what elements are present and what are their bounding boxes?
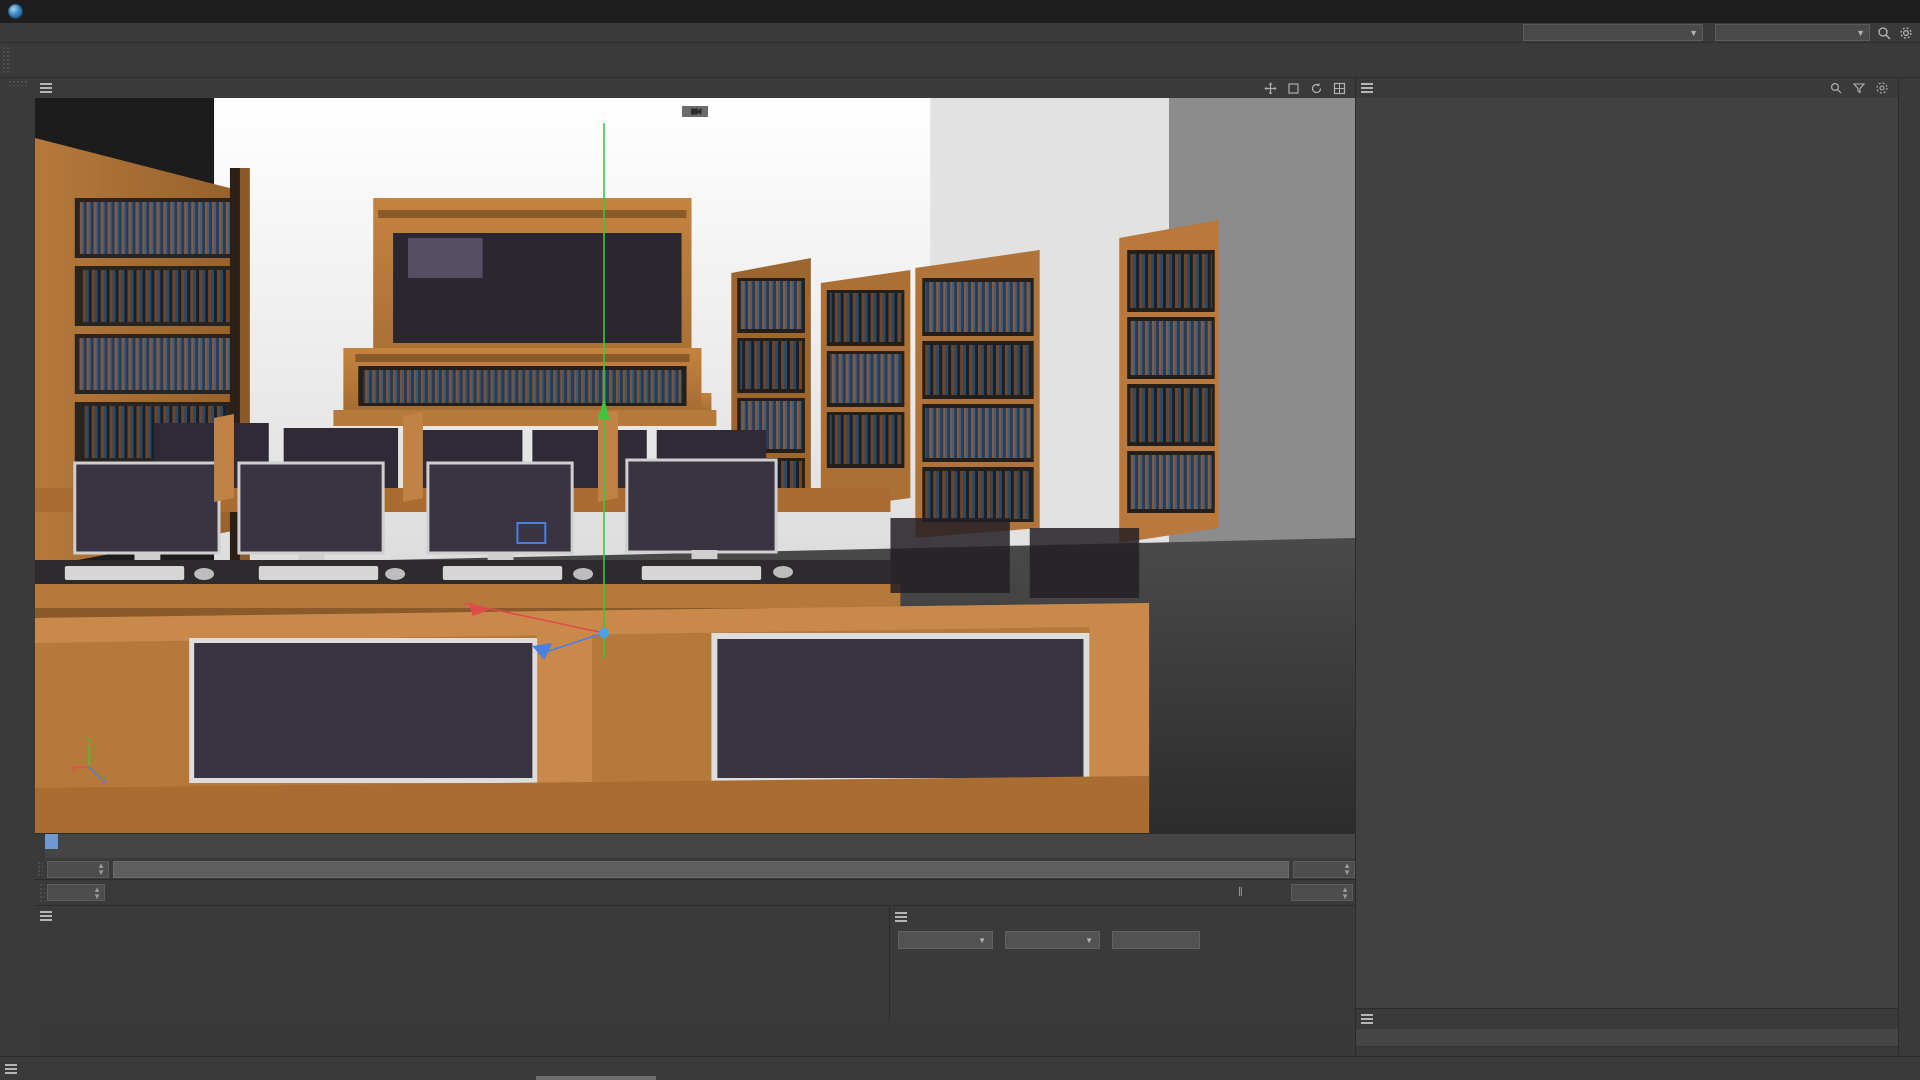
filter-icon[interactable]	[1851, 80, 1867, 96]
timeline-playhead[interactable]	[45, 834, 58, 849]
svg-text:Z: Z	[102, 776, 107, 785]
rotate-view-icon[interactable]	[1308, 80, 1324, 96]
viewport-3d[interactable]: Y X Z	[35, 98, 1355, 833]
current-frame-field[interactable]: ▲ ▼	[47, 884, 105, 901]
coordinates-buttons-row: ▼ ▼	[890, 928, 1355, 952]
window-controls	[1784, 0, 1916, 23]
coordinates-menu-hamburger-icon[interactable]	[890, 908, 912, 926]
viewport-menu-hamburger-icon[interactable]	[35, 79, 57, 97]
timeline-controls-row: ▲ ▼ ▲ ▼	[35, 858, 1355, 880]
bottom-panels: ▼ ▼	[35, 905, 1355, 1021]
timeline-range-bar[interactable]	[113, 860, 1289, 878]
object-manager	[1356, 78, 1898, 1008]
node-space-select[interactable]: ▼	[1523, 24, 1703, 41]
end-frame-field-2[interactable]: ▲ ▼	[1291, 884, 1353, 901]
search-icon[interactable]	[1876, 25, 1892, 41]
layer-menu-hamburger-icon[interactable]	[1356, 1010, 1378, 1028]
axis-gizmo: Y X Z	[71, 737, 119, 785]
start-frame-field[interactable]: ▲ ▼	[47, 860, 109, 878]
coordinate-mode-select[interactable]: ▼	[898, 931, 993, 949]
end-frame-field[interactable]: ▲ ▼	[1293, 860, 1355, 878]
maximize-view-icon[interactable]	[1331, 80, 1347, 96]
main-area: Y X Z ▲ ▼ ▲ ▼ ▲ ▼ ‖ ▲ ▼ ▼ ▼	[0, 78, 1920, 1080]
options-icon[interactable]	[1898, 25, 1914, 41]
camera-icon	[691, 108, 702, 115]
status-bar	[0, 1056, 1920, 1080]
search-icon[interactable]	[1828, 80, 1844, 96]
spinner-icon[interactable]: ▲ ▼	[97, 862, 105, 877]
camera-tag[interactable]	[682, 106, 708, 117]
material-menu-hamburger-icon[interactable]	[35, 907, 57, 925]
minimize-button[interactable]	[1784, 0, 1828, 23]
size-mode-select[interactable]: ▼	[1005, 931, 1100, 949]
coordinates-manager: ▼ ▼	[890, 906, 1355, 1021]
move-view-icon[interactable]	[1262, 80, 1278, 96]
preview-end-label: ‖	[1238, 886, 1243, 899]
coordinates-header	[890, 906, 1355, 928]
right-panel	[1355, 78, 1898, 1080]
menu-bar-right: ▼ ▼	[1517, 24, 1920, 41]
chevron-down-icon: ▼	[1856, 27, 1865, 38]
viewport-scene-render	[35, 98, 1355, 833]
scale-view-icon[interactable]	[1285, 80, 1301, 96]
animation-toolbar: ▲ ▼ ‖ ▲ ▼	[35, 879, 1355, 905]
chevron-down-icon: ▼	[1689, 27, 1698, 38]
timeline-ruler[interactable]	[45, 834, 1355, 858]
left-toolbar	[0, 78, 35, 1080]
app-logo-icon	[8, 4, 23, 19]
status-hamburger-icon[interactable]	[0, 1060, 22, 1078]
material-list[interactable]	[35, 926, 889, 936]
timeline-panel: ▲ ▼ ▲ ▼	[35, 833, 1355, 879]
maximize-button[interactable]	[1828, 0, 1872, 23]
spinner-icon[interactable]: ▲ ▼	[1343, 862, 1351, 877]
options-icon[interactable]	[1874, 80, 1890, 96]
cinema4d-window: ▼ ▼ Y X Z ▲ ▼ ▲ ▼ ▲ ▼ ‖ ▲ ▼ ▼ ▼	[0, 0, 1920, 1080]
material-manager	[35, 906, 890, 1021]
spinner-icon[interactable]: ▲ ▼	[93, 885, 101, 900]
center-column: Y X Z ▲ ▼ ▲ ▼ ▲ ▼ ‖ ▲ ▼ ▼ ▼	[35, 78, 1355, 1080]
svg-text:X: X	[71, 766, 77, 775]
animbar-drag-handle[interactable]	[39, 882, 45, 903]
title-bar	[0, 0, 1920, 23]
object-manager-menu-bar	[1356, 78, 1898, 98]
layer-menu-bar	[1356, 1009, 1898, 1029]
status-progress-bar	[536, 1076, 656, 1080]
timeline-drag-handle[interactable]	[37, 860, 43, 878]
main-toolbar	[0, 43, 1920, 78]
object-tree[interactable]	[1356, 98, 1898, 1008]
main-menu-bar: ▼ ▼	[0, 23, 1920, 43]
layer-column-headers	[1356, 1029, 1898, 1047]
svg-text:Y: Y	[87, 737, 93, 746]
close-button[interactable]	[1872, 0, 1916, 23]
viewport-menu-bar	[35, 78, 1355, 98]
apply-button[interactable]	[1112, 931, 1200, 949]
toolbar-drag-handle[interactable]	[2, 45, 10, 75]
side-tab-strip	[1898, 78, 1920, 1080]
spinner-icon[interactable]: ▲ ▼	[1341, 885, 1349, 900]
layout-select[interactable]: ▼	[1715, 24, 1870, 41]
object-manager-hamburger-icon[interactable]	[1356, 79, 1378, 97]
left-toolbar-drag-handle[interactable]	[7, 80, 28, 86]
material-menu-bar	[35, 906, 889, 926]
